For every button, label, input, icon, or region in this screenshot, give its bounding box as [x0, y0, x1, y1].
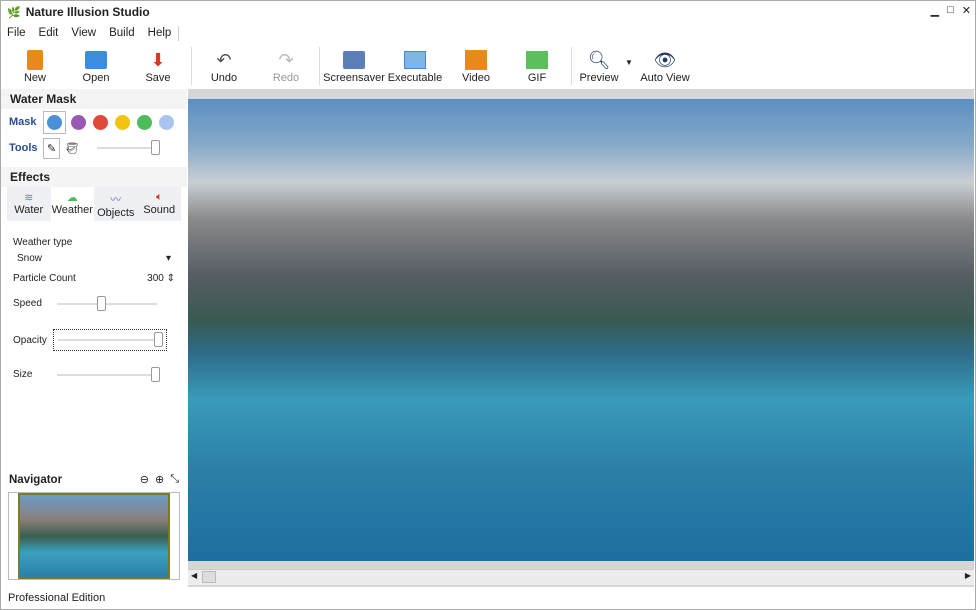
- scroll-left-arrow[interactable]: ◀: [191, 571, 197, 580]
- mask-color-yellow[interactable]: [115, 114, 130, 130]
- birds-icon: 〰: [110, 194, 122, 206]
- pencil-icon: ✎: [47, 142, 57, 155]
- mask-color-selected[interactable]: [43, 110, 66, 134]
- fill-bucket-icon[interactable]: 🪣︎: [65, 142, 79, 155]
- executable-button[interactable]: Executable: [385, 48, 445, 84]
- eye-icon: 👁︎: [653, 49, 677, 70]
- mask-row: Mask: [1, 109, 187, 135]
- mask-color-lightblue[interactable]: [159, 114, 174, 130]
- redo-button[interactable]: ↷ Redo: [256, 48, 316, 85]
- gif-button[interactable]: GIF: [507, 48, 567, 84]
- tab-weather[interactable]: ☁ Weather: [50, 187, 94, 221]
- speed-slider[interactable]: [57, 295, 157, 311]
- executable-icon: [404, 51, 426, 69]
- open-button[interactable]: Open: [66, 48, 126, 84]
- speed-row: Speed: [13, 295, 175, 311]
- new-button[interactable]: New: [5, 48, 65, 84]
- size-row: Size: [13, 366, 175, 382]
- title-bar: 🌿 Nature Illusion Studio ▁ □ ✕: [1, 1, 976, 23]
- auto-view-button[interactable]: 👁︎ Auto View: [635, 48, 695, 85]
- toolbar: New Open ⬇ Save ↶ Undo ↷ Redo Screensaver E…: [1, 44, 976, 88]
- pencil-tool[interactable]: ✎: [43, 137, 61, 159]
- opacity-row: Opacity: [13, 329, 175, 351]
- save-button[interactable]: ⬇ Save: [128, 48, 188, 85]
- particle-count-row: Particle Count 300 ⇕: [13, 273, 175, 284]
- minimize-button[interactable]: ▁: [931, 4, 939, 17]
- video-button[interactable]: Video: [446, 48, 506, 84]
- gif-image-icon: [526, 51, 548, 69]
- navigator-panel: Navigator ⊖ ⊕ ⤡: [1, 471, 187, 584]
- menu-bar: File Edit View Build Help: [1, 24, 180, 42]
- menu-separator: [178, 25, 180, 41]
- close-button[interactable]: ✕: [962, 4, 971, 17]
- app-logo-icon: 🌿: [7, 6, 21, 19]
- toolbar-separator: [319, 47, 320, 85]
- tab-objects[interactable]: 〰 Objects: [94, 187, 138, 221]
- navigator-viewport[interactable]: [18, 493, 170, 579]
- screensaver-button[interactable]: Screensaver: [321, 48, 387, 84]
- mask-color-blue[interactable]: [47, 114, 62, 130]
- speaker-icon: 🔈︎: [155, 191, 163, 203]
- navigator-thumbnail[interactable]: [8, 492, 180, 580]
- app-title: Nature Illusion Studio: [25, 5, 150, 19]
- menu-file[interactable]: File: [7, 27, 26, 39]
- opacity-slider[interactable]: [58, 332, 163, 347]
- menu-view[interactable]: View: [71, 27, 96, 39]
- scroll-thumb[interactable]: [202, 571, 216, 583]
- weather-form: Weather type Snow ▾ Particle Count 300 ⇕ S…: [1, 221, 187, 388]
- redo-icon: ↷: [278, 49, 294, 70]
- undo-button[interactable]: ↶ Undo: [194, 48, 254, 85]
- mask-color-purple[interactable]: [71, 114, 86, 130]
- chevron-down-icon: ▾: [165, 253, 171, 264]
- video-icon: [465, 50, 487, 70]
- scroll-right-arrow[interactable]: ▶: [965, 571, 971, 580]
- undo-icon: ↶: [216, 49, 232, 70]
- weather-type-select[interactable]: Snow ▾: [13, 250, 175, 267]
- screensaver-icon: [343, 51, 365, 69]
- maximize-button[interactable]: □: [947, 4, 954, 17]
- slider-thumb[interactable]: [151, 140, 161, 155]
- opacity-focus: [53, 329, 167, 351]
- effects-tabs: ≋ Water ☁ Weather 〰 Objects 🔈︎ Sound: [7, 187, 181, 221]
- size-thumb[interactable]: [151, 366, 160, 382]
- water-waves-icon: ≋: [24, 192, 34, 204]
- particle-count-spinner[interactable]: 300 ⇕: [147, 273, 175, 284]
- fit-expand-icon[interactable]: ⤡: [170, 473, 179, 486]
- new-file-icon: [27, 50, 43, 70]
- preview-image[interactable]: [188, 99, 974, 561]
- opacity-thumb[interactable]: [154, 332, 163, 347]
- tab-sound[interactable]: 🔈︎ Sound: [138, 187, 182, 221]
- navigator-header: Navigator ⊖ ⊕ ⤡: [1, 471, 187, 488]
- brush-size-slider[interactable]: [97, 140, 161, 155]
- tab-water[interactable]: ≋ Water: [7, 187, 51, 221]
- effects-heading: Effects: [1, 167, 187, 187]
- tools-row: Tools ✎ 🪣︎: [1, 135, 187, 161]
- mask-label: Mask: [9, 116, 37, 128]
- mask-color-red[interactable]: [93, 114, 108, 130]
- navigator-title: Navigator: [9, 473, 63, 486]
- menu-build[interactable]: Build: [109, 27, 135, 39]
- preview-button[interactable]: 🔍︎ Preview: [569, 48, 629, 85]
- zoom-out-icon[interactable]: ⊖: [140, 473, 149, 486]
- size-slider[interactable]: [57, 366, 160, 382]
- search-icon: 🔍︎: [587, 49, 611, 70]
- zoom-in-icon[interactable]: ⊕: [155, 473, 164, 486]
- toolbar-separator: [191, 47, 192, 85]
- weather-type-label: Weather type: [13, 237, 73, 248]
- preview-dropdown-icon[interactable]: ▼: [625, 58, 633, 67]
- cloud-rain-icon: ☁: [66, 192, 78, 204]
- tools-label: Tools: [9, 142, 38, 154]
- speed-thumb[interactable]: [97, 295, 106, 311]
- water-mask-heading: Water Mask: [1, 89, 187, 109]
- status-edition: Professional Edition: [8, 592, 106, 604]
- menu-edit[interactable]: Edit: [39, 27, 59, 39]
- menu-help[interactable]: Help: [148, 27, 172, 39]
- save-icon: ⬇: [150, 49, 166, 70]
- folder-icon: [85, 51, 107, 69]
- mask-color-green[interactable]: [137, 114, 152, 130]
- canvas-area: ◀ ▶: [188, 89, 974, 587]
- horizontal-scrollbar[interactable]: ◀ ▶: [188, 569, 974, 585]
